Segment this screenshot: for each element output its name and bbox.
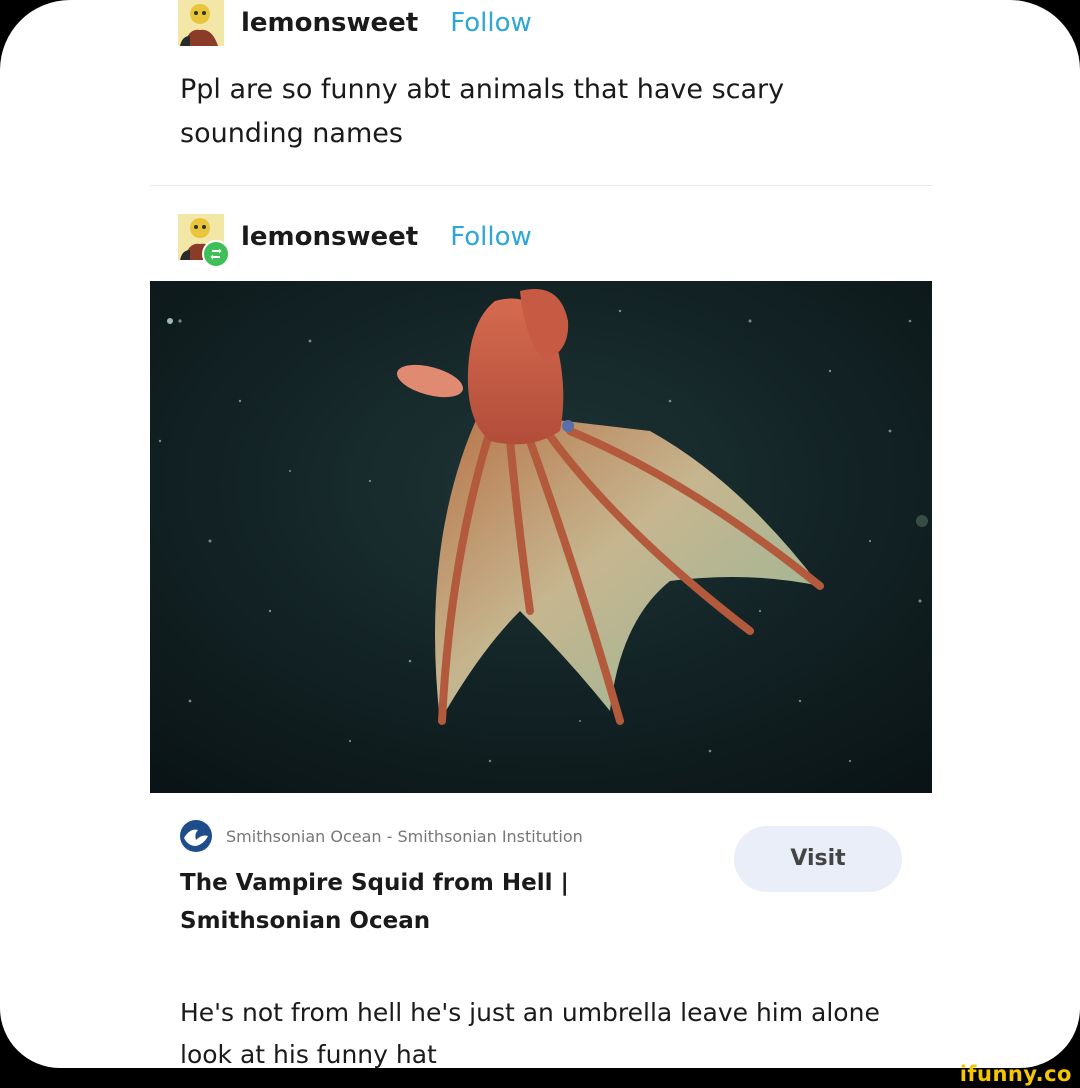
link-source: Smithsonian Ocean - Smithsonian Institut… <box>180 820 583 852</box>
follow-button[interactable]: Follow <box>450 8 532 38</box>
avatar[interactable] <box>178 214 230 268</box>
avatar-icon <box>178 0 224 46</box>
smithsonian-wave-icon <box>180 820 212 852</box>
vampire-squid-image <box>150 281 932 793</box>
post-header-reblog: lemonsweet Follow <box>178 214 532 268</box>
reblog-icon <box>202 240 230 268</box>
divider <box>150 185 932 186</box>
bottom-bar <box>0 1068 1080 1088</box>
post-card: lemonsweet Follow Ppl are so funny abt a… <box>0 0 1080 1068</box>
visit-button[interactable]: Visit <box>734 826 902 892</box>
follow-button[interactable]: Follow <box>450 222 532 252</box>
avatar[interactable] <box>178 0 224 46</box>
source-label: Smithsonian Ocean - Smithsonian Institut… <box>226 826 583 846</box>
post-header-original: lemonsweet Follow <box>178 0 532 46</box>
username[interactable]: lemonsweet <box>241 222 418 252</box>
post-text: Ppl are so funny abt animals that have s… <box>180 74 785 149</box>
username[interactable]: lemonsweet <box>241 8 418 38</box>
link-title[interactable]: The Vampire Squid from Hell | Smithsonia… <box>180 864 600 940</box>
ifunny-watermark: ifunny.co <box>959 1062 1072 1086</box>
comment-text: He's not from hell he's just an umbrella… <box>180 998 880 1068</box>
post-image[interactable] <box>150 281 932 793</box>
